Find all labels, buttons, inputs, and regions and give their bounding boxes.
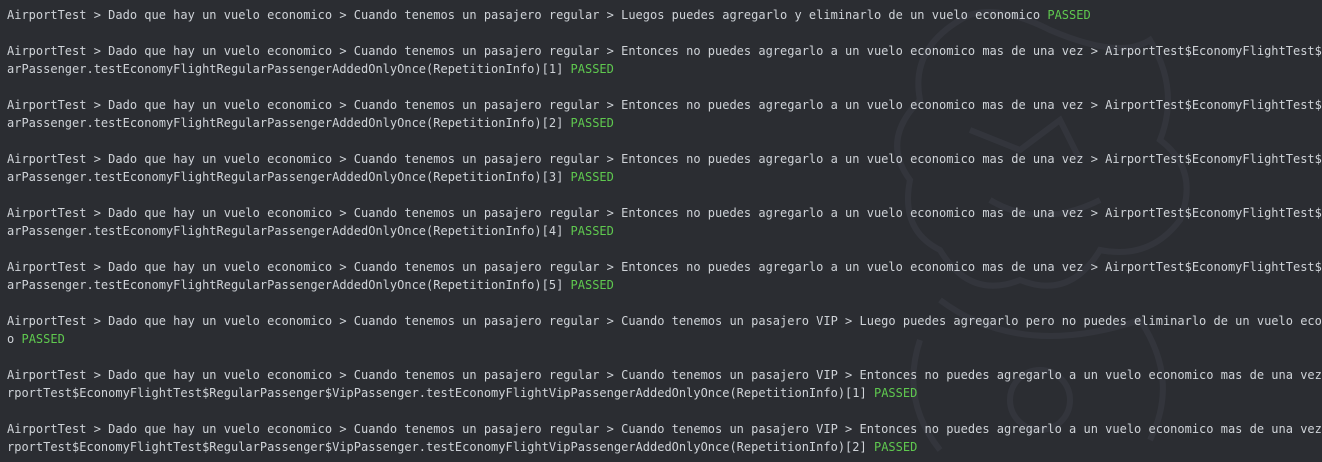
status-passed: PASSED bbox=[570, 62, 614, 76]
log-line-continuation: arPassenger.testEconomyFlightRegularPass… bbox=[7, 116, 564, 130]
log-line-text: AirportTest > Dado que hay un vuelo econ… bbox=[7, 8, 1041, 22]
status-passed: PASSED bbox=[873, 386, 918, 400]
status-passed: PASSED bbox=[570, 116, 614, 130]
log-line: AirportTest > Dado que hay un vuelo econ… bbox=[7, 258, 1322, 294]
log-line: AirportTest > Dado que hay un vuelo econ… bbox=[7, 312, 1322, 348]
log-line-continuation: o bbox=[7, 332, 15, 346]
status-passed: PASSED bbox=[873, 440, 918, 454]
log-line-continuation: rportTest$EconomyFlightTest$RegularPasse… bbox=[7, 440, 867, 454]
log-line: AirportTest > Dado que hay un vuelo econ… bbox=[7, 42, 1322, 78]
log-line-text: AirportTest > Dado que hay un vuelo econ… bbox=[7, 422, 1322, 436]
log-line-continuation: arPassenger.testEconomyFlightRegularPass… bbox=[7, 224, 564, 238]
log-line: AirportTest > Dado que hay un vuelo econ… bbox=[7, 150, 1322, 186]
log-line-text: AirportTest > Dado que hay un vuelo econ… bbox=[7, 206, 1322, 220]
log-line-text: AirportTest > Dado que hay un vuelo econ… bbox=[7, 314, 1322, 328]
log-line-text: AirportTest > Dado que hay un vuelo econ… bbox=[7, 98, 1322, 112]
log-line-text: AirportTest > Dado que hay un vuelo econ… bbox=[7, 260, 1322, 274]
log-line-text: AirportTest > Dado que hay un vuelo econ… bbox=[7, 44, 1322, 58]
status-passed: PASSED bbox=[570, 278, 614, 292]
status-passed: PASSED bbox=[21, 332, 65, 346]
log-line-continuation: arPassenger.testEconomyFlightRegularPass… bbox=[7, 278, 564, 292]
log-line: AirportTest > Dado que hay un vuelo econ… bbox=[7, 6, 1317, 24]
log-line-continuation: arPassenger.testEconomyFlightRegularPass… bbox=[7, 170, 564, 184]
log-line: AirportTest > Dado que hay un vuelo econ… bbox=[7, 366, 1322, 402]
log-line: AirportTest > Dado que hay un vuelo econ… bbox=[7, 420, 1322, 456]
status-passed: PASSED bbox=[570, 224, 614, 238]
log-line-continuation: rportTest$EconomyFlightTest$RegularPasse… bbox=[7, 386, 867, 400]
status-passed: PASSED bbox=[1047, 8, 1091, 22]
log-line: AirportTest > Dado que hay un vuelo econ… bbox=[7, 96, 1322, 132]
log-line-text: AirportTest > Dado que hay un vuelo econ… bbox=[7, 152, 1322, 166]
terminal-output: AirportTest > Dado que hay un vuelo econ… bbox=[0, 0, 1322, 462]
log-line-text: AirportTest > Dado que hay un vuelo econ… bbox=[7, 368, 1322, 382]
log-line-continuation: arPassenger.testEconomyFlightRegularPass… bbox=[7, 62, 564, 76]
status-passed: PASSED bbox=[570, 170, 614, 184]
log-line: AirportTest > Dado que hay un vuelo econ… bbox=[7, 204, 1322, 240]
